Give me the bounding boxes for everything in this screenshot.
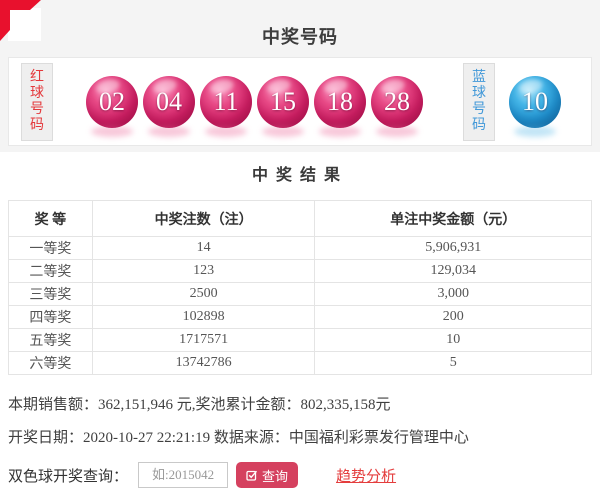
prize-amount-cell: 5,906,931 [314, 236, 592, 260]
winner-count-cell: 2500 [91, 282, 316, 306]
winning-numbers-title: 中奖号码 [262, 27, 338, 47]
draw-date-and-source-text: 开奖日期：2020-10-27 22:21:19 数据来源：中国福利彩票发行管理… [8, 430, 469, 446]
red-ball: 04 [143, 75, 195, 128]
ball-number: 15 [270, 86, 296, 116]
results-section: 中奖结果 奖 等 中奖注数（注） 单注中奖金额（元） 一等奖 14 5,906,93… [0, 152, 600, 375]
column-header-prize-level: 奖 等 [8, 200, 93, 237]
check-square-icon [246, 469, 258, 481]
prize-level-cell: 六等奖 [8, 351, 93, 375]
results-table-body: 一等奖 14 5,906,931 二等奖 123 129,034 三等奖 2500 3,000 四… [8, 236, 592, 375]
table-row: 二等奖 123 129,034 [8, 259, 592, 283]
red-ball: 28 [371, 75, 423, 128]
winner-count-cell: 102898 [91, 305, 316, 329]
winner-count-cell: 13742786 [91, 351, 316, 375]
column-header-winner-count: 中奖注数（注） [91, 200, 316, 237]
red-ball: 18 [314, 75, 366, 128]
prize-amount-cell: 129,034 [314, 259, 592, 283]
table-row: 六等奖 13742786 5 [8, 351, 592, 375]
ball-number: 28 [384, 86, 410, 116]
winner-count-cell: 1717571 [91, 328, 316, 352]
results-table-header-row: 奖 等 中奖注数（注） 单注中奖金额（元） [8, 200, 592, 237]
prize-amount-cell: 200 [314, 305, 592, 329]
query-button-label: 查询 [262, 468, 289, 484]
trend-analysis-link[interactable]: 趋势分析 [336, 465, 396, 486]
red-balls-label: 红球号码 [21, 62, 53, 141]
ball-number: 18 [327, 86, 353, 116]
prize-amount-cell: 10 [314, 328, 592, 352]
winning-numbers-section: 中奖号码 红球号码 02 04 11 15 18 28 蓝球号码 10 [0, 0, 600, 152]
blue-ball-label: 蓝球号码 [463, 62, 495, 141]
blue-balls: 10 [509, 75, 561, 128]
corner-ribbon-icon [0, 0, 41, 41]
results-table: 奖 等 中奖注数（注） 单注中奖金额（元） 一等奖 14 5,906,931 二等奖 1… [8, 200, 592, 375]
column-header-prize-amount: 单注中奖金额（元） [314, 200, 592, 237]
table-row: 三等奖 2500 3,000 [8, 282, 592, 306]
prize-amount-cell: 3,000 [314, 282, 592, 306]
red-ball: 15 [257, 75, 309, 128]
query-button[interactable]: 查询 [236, 462, 299, 488]
prize-level-cell: 二等奖 [8, 259, 93, 283]
blue-ball-group: 蓝球号码 10 [463, 62, 561, 141]
prize-level-cell: 五等奖 [8, 328, 93, 352]
prize-level-cell: 三等奖 [8, 282, 93, 306]
ball-number: 11 [213, 86, 239, 116]
prize-amount-cell: 5 [314, 351, 592, 375]
table-row: 四等奖 102898 200 [8, 305, 592, 329]
ball-number: 02 [99, 86, 125, 116]
sales-and-jackpot-text: 本期销售额：362,151,946 元,奖池累计金额：802,335,158元 [8, 397, 391, 413]
red-ball: 11 [200, 75, 252, 128]
ball-number: 10 [522, 86, 548, 116]
footer-section: 本期销售额：362,151,946 元,奖池累计金额：802,335,158元 … [0, 396, 600, 489]
results-title: 中奖结果 [251, 167, 348, 184]
table-row: 五等奖 1717571 10 [8, 328, 592, 352]
table-row: 一等奖 14 5,906,931 [8, 236, 592, 260]
prize-level-cell: 一等奖 [8, 236, 93, 260]
winner-count-cell: 14 [91, 236, 316, 260]
winner-count-cell: 123 [91, 259, 316, 283]
query-label: 双色球开奖查询： [8, 468, 129, 485]
issue-query-input[interactable] [138, 462, 229, 488]
blue-ball: 10 [509, 75, 561, 128]
red-balls: 02 04 11 15 18 28 [86, 75, 423, 128]
prize-level-cell: 四等奖 [8, 305, 93, 329]
red-ball: 02 [86, 75, 138, 128]
numbers-panel: 红球号码 02 04 11 15 18 28 蓝球号码 10 [8, 57, 592, 146]
ball-number: 04 [156, 86, 182, 116]
query-row: 双色球开奖查询： 查询 趋势分析 [8, 461, 600, 489]
